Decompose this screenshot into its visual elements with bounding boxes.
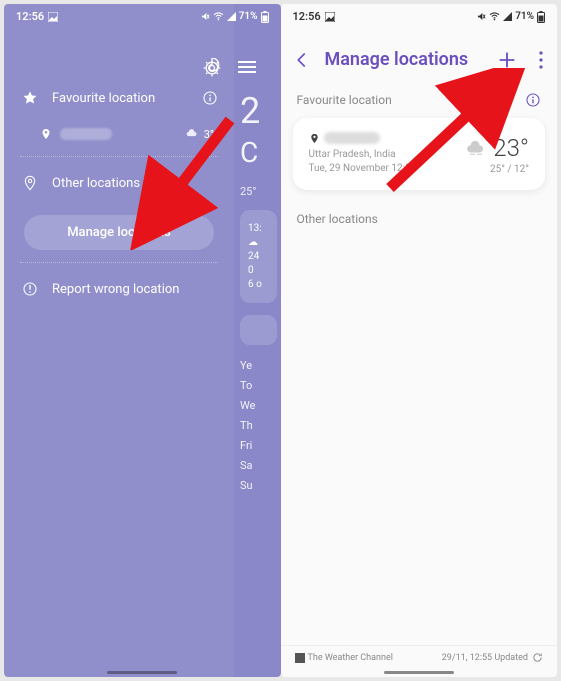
mute-icon (477, 12, 486, 21)
picture-icon (325, 12, 335, 22)
location-datetime: Tue, 29 November 12:56 (309, 162, 417, 176)
other-locations-row: Other locations (4, 163, 234, 203)
signal-icon (503, 12, 512, 21)
info-icon[interactable] (202, 90, 218, 106)
favourite-section-row: Favourite location (4, 78, 234, 118)
weather-channel-icon (295, 653, 305, 663)
refresh-icon[interactable] (532, 652, 543, 663)
cloud-icon (465, 140, 487, 156)
status-time: 12:56 (293, 10, 321, 23)
header: Manage locations (281, 29, 558, 84)
empty-card (240, 315, 277, 345)
daily-list: Ye To We Th Fri Sa Su (240, 359, 277, 492)
battery-icon (537, 11, 545, 23)
location-temp: 23° (493, 134, 529, 162)
location-card[interactable]: Uttar Pradesh, India Tue, 29 November 12… (293, 118, 546, 190)
location-name-blurred (324, 132, 380, 144)
footer-updated: 29/11, 12:55 Updated (442, 653, 528, 663)
footer-brand: The Weather Channel (308, 653, 393, 663)
favourite-section-header: Favourite location (281, 84, 558, 112)
location-name-blurred (60, 128, 112, 140)
home-indicator[interactable] (384, 671, 454, 674)
wifi-icon (489, 12, 500, 21)
manage-locations-button[interactable]: Manage locations (24, 215, 214, 250)
background-content: 2 C 25° 13: ☁ 24 0 6 o Ye To We Th Fri S… (234, 34, 281, 677)
other-locations-label: Other locations (52, 176, 140, 191)
report-label: Report wrong location (52, 282, 179, 297)
battery-icon (261, 11, 269, 23)
home-indicator[interactable] (107, 671, 177, 674)
pin-outline-icon (22, 175, 38, 191)
right-screenshot: 12:56 71% Manage locations Favourite loc… (281, 4, 558, 677)
favourite-label: Favourite location (52, 91, 155, 106)
location-temp: 3° (186, 128, 214, 141)
alert-icon (22, 281, 38, 297)
add-button[interactable] (497, 50, 517, 70)
status-battery-pct: 71% (239, 11, 258, 22)
menu-icon[interactable] (238, 60, 256, 74)
pin-icon (309, 133, 320, 144)
left-screenshot: 12:56 71% Favourite location (4, 4, 281, 677)
divider (20, 156, 218, 157)
hourly-card: 13: ☁ 24 0 6 o (240, 210, 277, 303)
cloud-icon: ☁ (248, 237, 271, 248)
footer: The Weather Channel 29/11, 12:55 Updated (281, 645, 558, 669)
peek-hilo: 25° (240, 185, 277, 198)
star-icon (22, 90, 38, 106)
nav-drawer: Favourite location 3° Other locations Ma… (4, 4, 234, 677)
divider (20, 262, 218, 263)
back-button[interactable] (293, 51, 311, 69)
page-title: Manage locations (325, 49, 484, 70)
location-region: Uttar Pradesh, India (309, 148, 417, 162)
other-locations-header: Other locations (281, 208, 558, 230)
info-icon[interactable] (525, 92, 541, 108)
cloud-icon (186, 129, 200, 139)
more-button[interactable] (539, 51, 543, 69)
favourite-location-item[interactable]: 3° (4, 118, 234, 150)
pin-icon (40, 128, 52, 140)
peek-temp: 2 (240, 90, 277, 132)
status-battery-pct: 71% (515, 11, 534, 22)
location-hilo: 25° / 12° (465, 164, 529, 175)
report-wrong-location-button[interactable]: Report wrong location (4, 269, 234, 309)
gear-icon[interactable] (202, 58, 222, 78)
status-bar: 12:56 71% (281, 4, 558, 29)
peek-condition: C (240, 136, 277, 169)
